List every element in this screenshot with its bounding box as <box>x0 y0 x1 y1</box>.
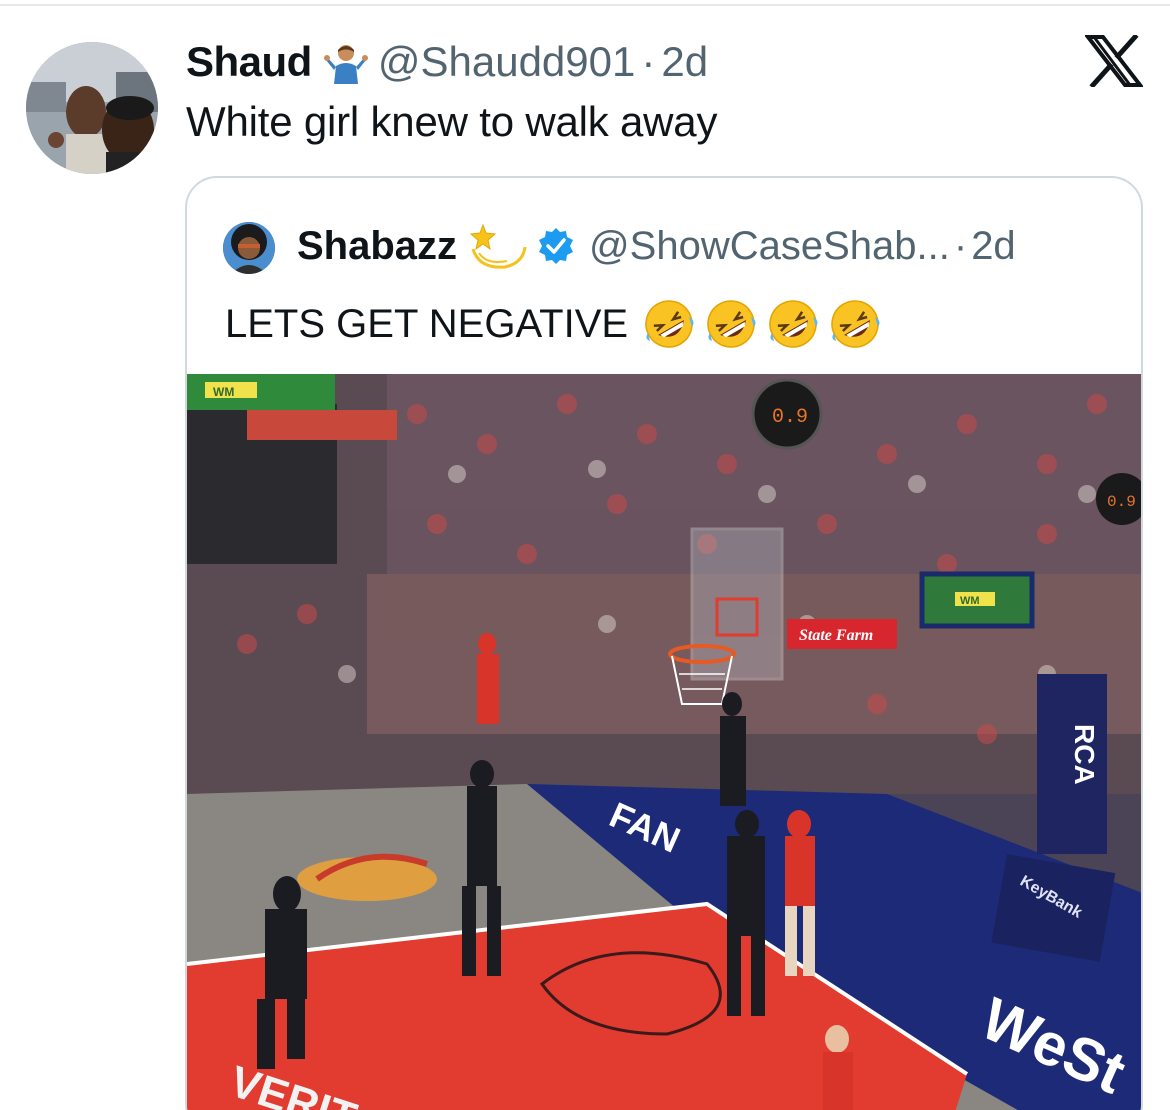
tweet-time[interactable]: 2d <box>661 38 708 86</box>
quoted-author-avatar[interactable] <box>223 222 275 274</box>
dizzy-star-icon <box>469 219 527 273</box>
verified-badge-icon <box>537 227 575 265</box>
tweet-text: White girl knew to walk away <box>186 98 718 145</box>
x-logo-icon[interactable] <box>1085 35 1143 87</box>
statefarm-sign: State Farm <box>799 627 873 644</box>
rolling-laughing-icon <box>642 297 696 351</box>
separator-dot: · <box>641 38 656 85</box>
author-handle[interactable]: @Shaudd901 <box>378 38 636 86</box>
quoted-tweet-card[interactable]: Shabazz @ShowCaseShab... · 2d LETS GET N… <box>185 176 1143 1110</box>
author-name[interactable]: Shaud <box>186 38 312 86</box>
top-divider <box>0 4 1170 6</box>
author-avatar[interactable] <box>26 42 158 174</box>
quoted-tweet-media[interactable]: WM VERIT FAN WeSt RCA KeyBank 0.9 0.9 St… <box>187 374 1141 1110</box>
wm-sign: WM <box>960 595 980 607</box>
laugh-emoji-group <box>642 297 890 351</box>
rolling-laughing-icon <box>704 297 758 351</box>
rolling-laughing-icon <box>766 297 820 351</box>
quoted-author-handle[interactable]: @ShowCaseShab... <box>589 224 950 269</box>
rca-sign: RCA <box>1069 724 1100 785</box>
basketball-game-image: WM VERIT FAN WeSt RCA KeyBank 0.9 0.9 St… <box>187 374 1141 1110</box>
quoted-tweet-header: Shabazz @ShowCaseShab... · 2d <box>297 218 1016 274</box>
shot-clock-1: 0.9 <box>772 406 808 429</box>
quoted-author-name[interactable]: Shabazz <box>297 224 457 269</box>
quoted-separator-dot: · <box>953 223 968 268</box>
quoted-tweet-text: LETS GET NEGATIVE <box>225 301 629 346</box>
quoted-tweet-time[interactable]: 2d <box>971 224 1016 269</box>
person-shrugging-icon <box>323 40 368 84</box>
rolling-laughing-icon <box>828 297 882 351</box>
shot-clock-2: 0.9 <box>1107 493 1136 511</box>
quoted-tweet-text-row: LETS GET NEGATIVE <box>225 296 890 352</box>
svg-text:WM: WM <box>213 385 234 399</box>
tweet-header: Shaud @Shaudd901 · 2d <box>186 38 708 86</box>
